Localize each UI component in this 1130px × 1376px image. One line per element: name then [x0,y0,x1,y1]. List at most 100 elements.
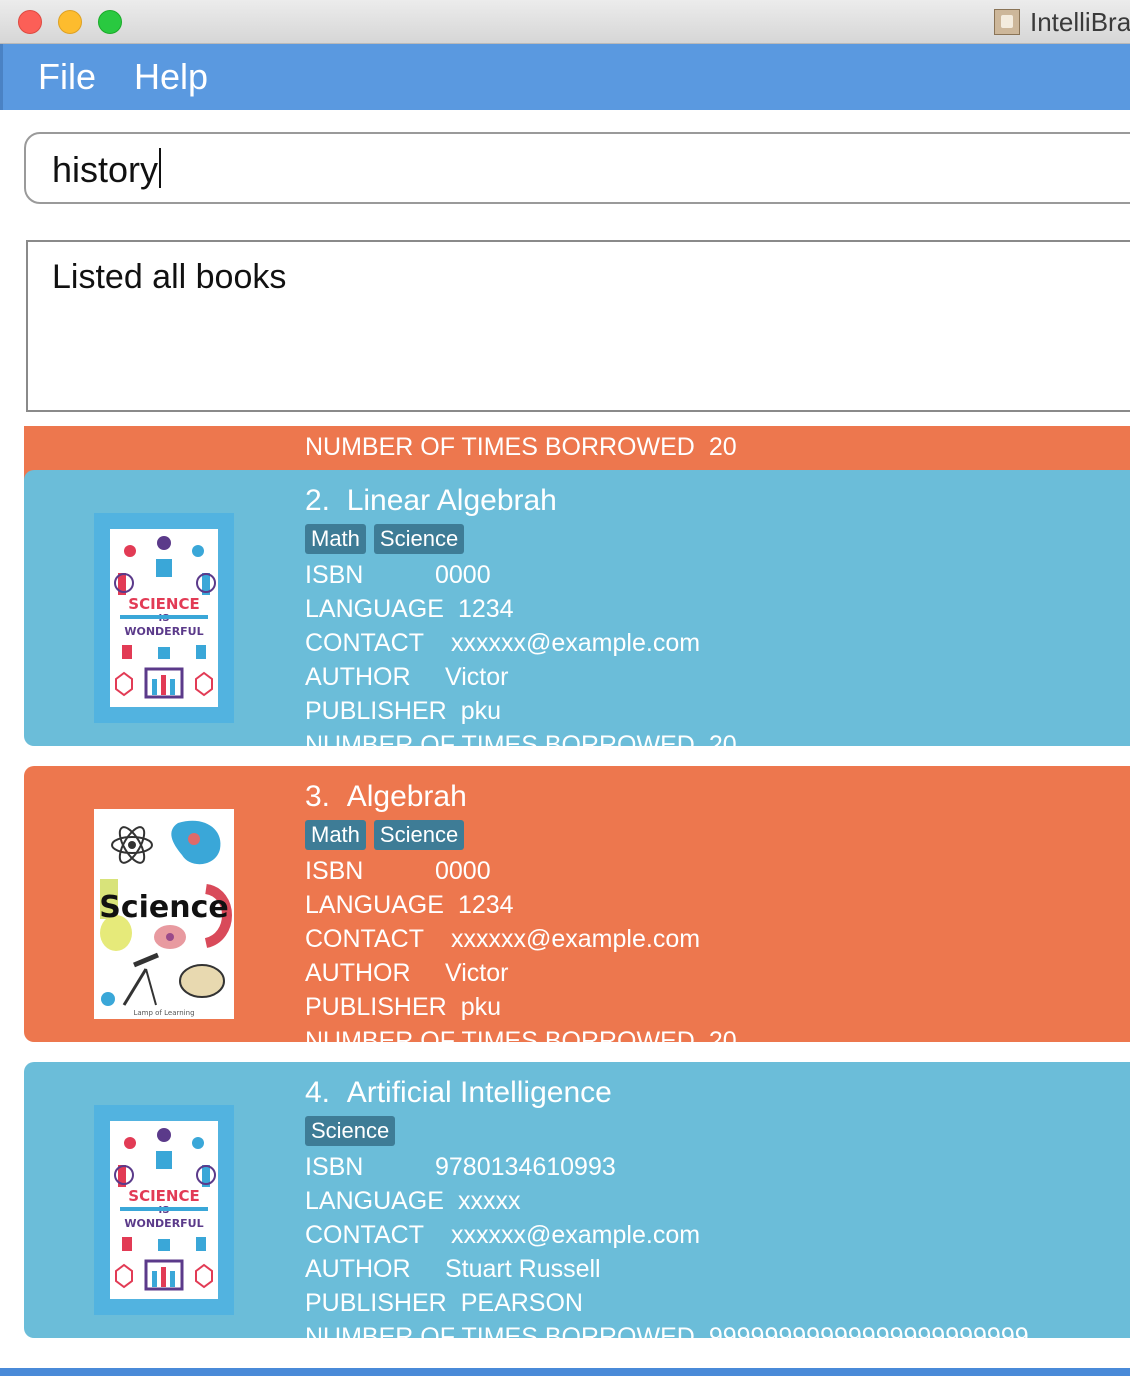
app-icon [994,9,1020,35]
book-list[interactable]: NUMBER OF TIMES BORROWED20 SCIENCE IS [0,426,1130,1366]
status-bar-edge [0,1368,1130,1376]
text-caret [159,148,162,188]
command-input[interactable]: history [24,132,1130,204]
language-label: LANGUAGE [305,595,444,623]
book-title-line: 4. Artificial Intelligence [305,1074,1130,1112]
borrowed-row: NUMBER OF TIMES BORROWED 9999999999999999… [305,1320,1130,1338]
borrowed-label: NUMBER OF TIMES BORROWED [305,433,695,461]
isbn-row: ISBN 0000 [305,558,1130,592]
contact-row: CONTACT xxxxxx@example.com [305,626,1130,660]
author-label: AUTHOR [305,959,411,987]
publisher-label: PUBLISHER [305,697,447,725]
publisher-row: PUBLISHER pku [305,694,1130,728]
isbn-label: ISBN [305,561,364,589]
borrowed-row: NUMBER OF TIMES BORROWED 20 [305,728,1130,746]
result-display: Listed all books [26,240,1130,412]
language-value: 1234 [457,891,514,919]
book-card[interactable]: SCIENCE IS WONDERFUL 2. Linear Algebr [24,470,1130,746]
menu-bar-edge [0,44,3,110]
publisher-label: PUBLISHER [305,1289,447,1317]
publisher-row: PUBLISHER pku [305,990,1130,1024]
book-title: Algebrah [346,780,467,813]
language-row: LANGUAGE 1234 [305,592,1130,626]
cover-text-bot: WONDERFUL [124,1217,203,1230]
command-input-text: history [52,148,162,191]
borrowed-value: 20 [708,433,737,461]
tag-list: Math Science [305,820,1130,854]
isbn-value: 9780134610993 [435,1153,616,1181]
cover-text-bot: WONDERFUL [124,625,203,638]
book-index: 3. [305,780,331,813]
borrowed-value: 99999999999999999999999 [708,1323,1029,1338]
tag-list: Science [305,1116,1130,1150]
publisher-value: pku [460,697,502,725]
publisher-label: PUBLISHER [305,993,447,1021]
author-value: Victor [445,663,509,691]
isbn-value: 0000 [435,561,491,589]
cover-text-top: SCIENCE [128,595,199,613]
author-label: AUTHOR [305,1255,411,1283]
language-value: 1234 [457,595,514,623]
borrowed-label: NUMBER OF TIMES BORROWED [305,731,695,746]
isbn-row: ISBN 9780134610993 [305,1150,1130,1184]
window-title-bar: IntelliBra [0,0,1130,44]
contact-label: CONTACT [305,925,424,953]
book-info: NUMBER OF TIMES BORROWED 20 [305,430,1130,464]
book-cover: SCIENCE IS WONDERFUL [94,513,234,723]
author-row: AUTHOR Victor [305,660,1130,694]
result-message: Listed all books [52,258,287,296]
zoom-window-button[interactable] [98,10,122,34]
borrowed-value: 20 [708,1027,737,1042]
book-info: 2. Linear Algebrah Math Science ISBN 0000 … [305,482,1130,746]
borrowed-label: NUMBER OF TIMES BORROWED [305,1027,695,1042]
language-label: LANGUAGE [305,891,444,919]
cover-art: SCIENCE IS WONDERFUL [110,1121,218,1299]
isbn-label: ISBN [305,857,364,885]
author-label: AUTHOR [305,663,411,691]
cover-credit: Lamp of Learning [133,1009,194,1017]
tag: Science [305,1116,396,1146]
science-illustration: Science Lamp of Learning [94,809,234,1019]
author-row: AUTHOR Victor [305,956,1130,990]
language-row: LANGUAGE xxxxx [305,1184,1130,1218]
author-value: Victor [445,959,509,987]
book-info: 3. Algebrah Math Science ISBN 0000 LANGUAG… [305,778,1130,1042]
isbn-label: ISBN [305,1153,364,1181]
book-title: Artificial Intelligence [346,1076,612,1109]
contact-value: xxxxxx@example.com [451,925,701,953]
cover-text-main: Science [99,890,229,925]
borrowed-value: 20 [708,731,737,746]
language-row: LANGUAGE 1234 [305,888,1130,922]
cover-art: SCIENCE IS WONDERFUL [110,529,218,707]
minimize-window-button[interactable] [58,10,82,34]
tag: Math [305,524,366,554]
cover-text-top: SCIENCE [128,1187,199,1205]
contact-row: CONTACT xxxxxx@example.com [305,1218,1130,1252]
borrowed-label: NUMBER OF TIMES BORROWED [305,1323,695,1338]
menu-file[interactable]: File [38,56,96,98]
language-value: xxxxx [457,1187,521,1215]
cover-art: Science Lamp of Learning [94,809,234,1019]
contact-row: CONTACT xxxxxx@example.com [305,922,1130,956]
menu-bar: File Help [0,44,1130,110]
book-cover: Science Lamp of Learning [94,809,234,1019]
tag: Science [373,524,465,554]
book-card[interactable]: SCIENCE IS WONDERFUL 4. Artificial In [24,1062,1130,1338]
book-title-line: 3. Algebrah [305,778,1130,816]
isbn-value: 0000 [435,857,491,885]
book-cover: SCIENCE IS WONDERFUL [94,1105,234,1315]
menu-help[interactable]: Help [134,56,208,98]
command-value: history [52,149,159,190]
contact-label: CONTACT [305,629,424,657]
publisher-value: pku [460,993,502,1021]
book-index: 4. [305,1076,331,1109]
science-wonderful-illustration: SCIENCE IS WONDERFUL [110,529,218,707]
book-card[interactable]: Science Lamp of Learning 3. Algebrah Mat… [24,766,1130,1042]
author-value: Stuart Russell [445,1255,601,1283]
publisher-row: PUBLISHER PEARSON [305,1286,1130,1320]
contact-label: CONTACT [305,1221,424,1249]
book-title: Linear Algebrah [346,484,557,517]
contact-value: xxxxxx@example.com [451,629,701,657]
close-window-button[interactable] [18,10,42,34]
language-label: LANGUAGE [305,1187,444,1215]
